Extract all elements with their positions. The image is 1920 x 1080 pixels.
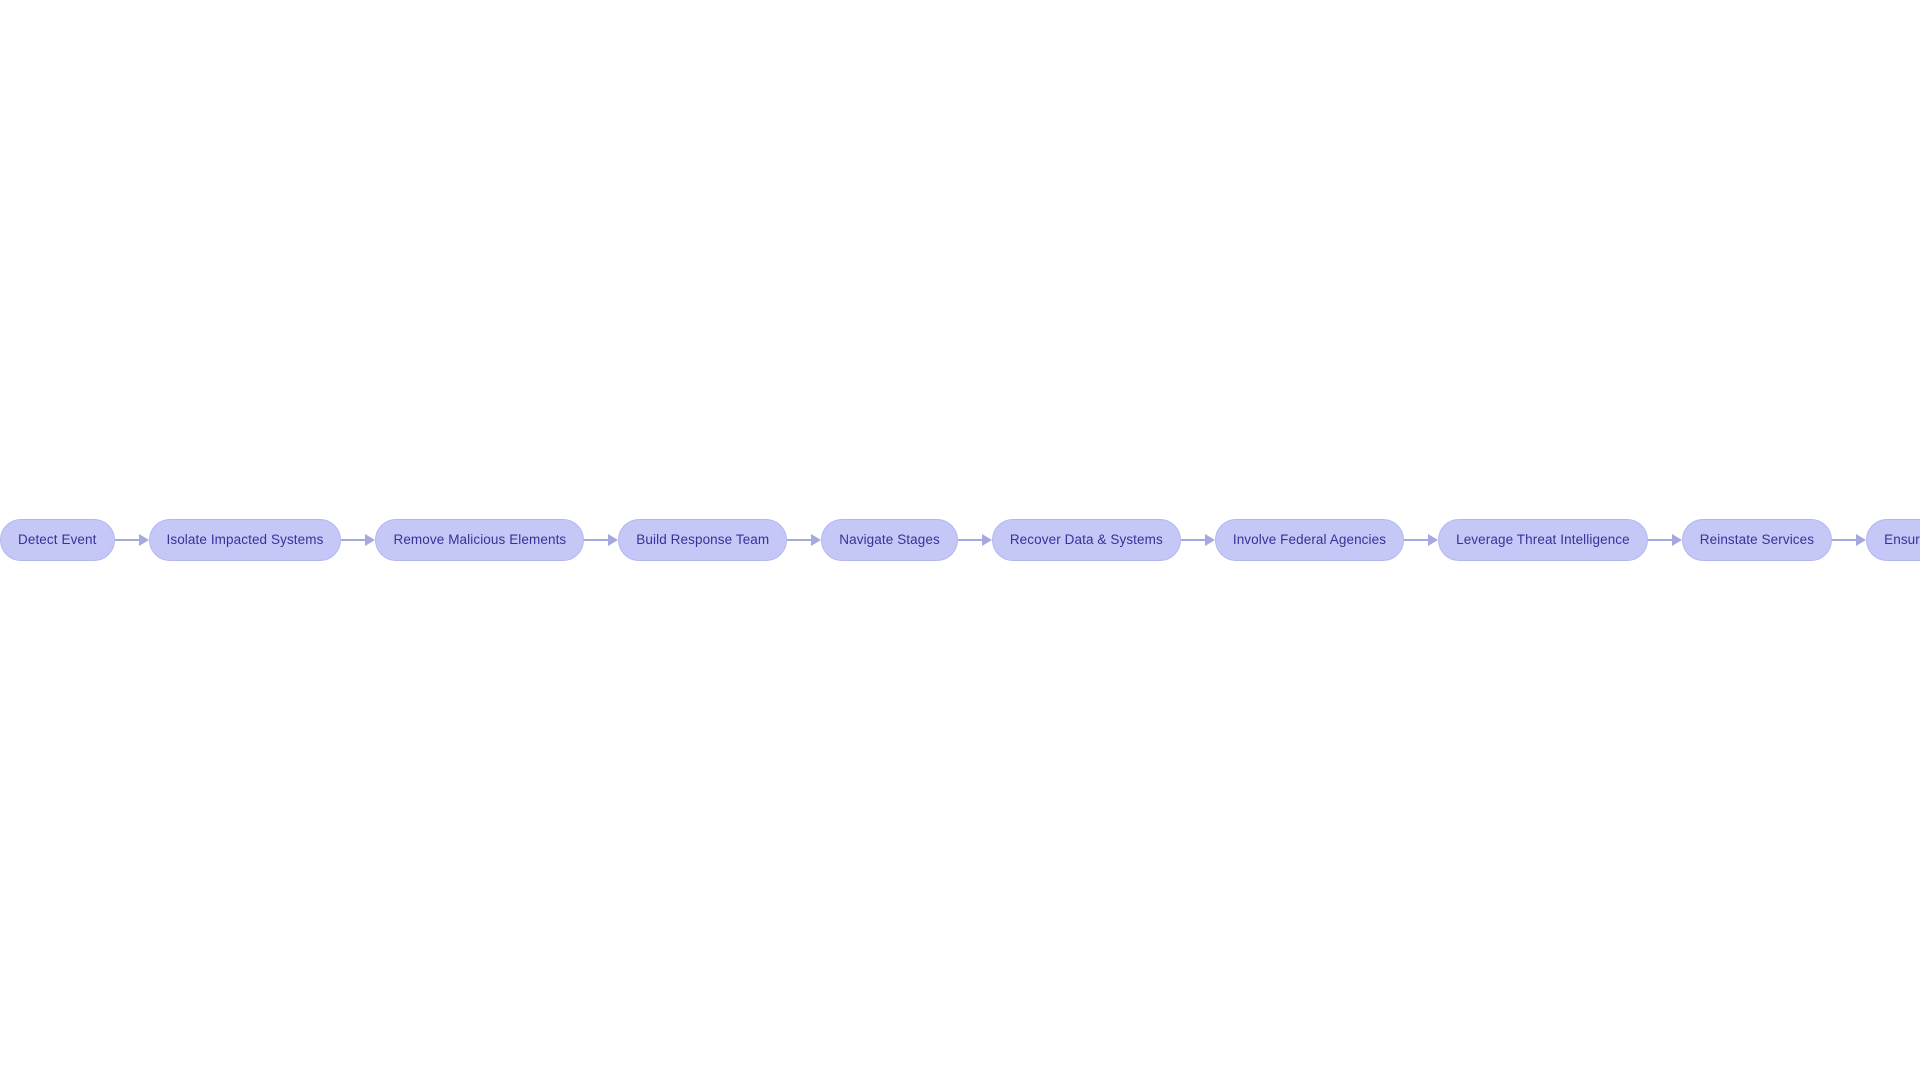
arrow-right-icon (811, 533, 822, 546)
flow-node-isolate-impacted-systems[interactable]: Isolate Impacted Systems (148, 519, 342, 561)
flow-edge-7 (1404, 519, 1439, 561)
flow-node-detect-event[interactable]: Detect Event (0, 519, 115, 561)
flow-edge-8 (1647, 519, 1682, 561)
flow-edge-4 (787, 519, 822, 561)
arrow-right-icon (608, 533, 619, 546)
arrow-right-icon (1204, 533, 1215, 546)
flow-edge-5 (957, 519, 992, 561)
flow-node-recover-data-and-systems[interactable]: Recover Data & Systems (991, 519, 1181, 561)
arrow-right-icon (1856, 533, 1867, 546)
flow-edge-6 (1180, 519, 1215, 561)
flowchart-canvas: Detect Event Isolate Impacted Systems Re… (0, 0, 1920, 1080)
edge-line-icon (787, 539, 814, 541)
flow-edge-3 (584, 519, 619, 561)
flow-node-ensure-future-resilience[interactable]: Ensure Future Resilience (1866, 519, 1920, 561)
edge-line-icon (1832, 539, 1859, 541)
flow-node-involve-federal-agencies[interactable]: Involve Federal Agencies (1214, 519, 1405, 561)
edge-line-icon (341, 539, 368, 541)
flow-node-build-response-team[interactable]: Build Response Team (618, 519, 788, 561)
edge-line-icon (114, 539, 141, 541)
flow-node-leverage-threat-intelligence[interactable]: Leverage Threat Intelligence (1438, 519, 1648, 561)
edge-line-icon (1180, 539, 1207, 541)
flow-edge-9 (1832, 519, 1867, 561)
flow-edge-2 (341, 519, 376, 561)
flow-edge-1 (114, 519, 149, 561)
edge-line-icon (1404, 539, 1431, 541)
flow-node-reinstate-services[interactable]: Reinstate Services (1681, 519, 1833, 561)
arrow-right-icon (365, 533, 376, 546)
arrow-right-icon (138, 533, 149, 546)
arrow-right-icon (1428, 533, 1439, 546)
edge-line-icon (584, 539, 611, 541)
edge-line-icon (1647, 539, 1674, 541)
arrow-right-icon (1671, 533, 1682, 546)
edge-line-icon (957, 539, 984, 541)
flow-node-navigate-stages[interactable]: Navigate Stages (821, 519, 958, 561)
flowchart-sequence: Detect Event Isolate Impacted Systems Re… (0, 519, 1920, 561)
arrow-right-icon (981, 533, 992, 546)
flow-node-remove-malicious-elements[interactable]: Remove Malicious Elements (375, 519, 585, 561)
